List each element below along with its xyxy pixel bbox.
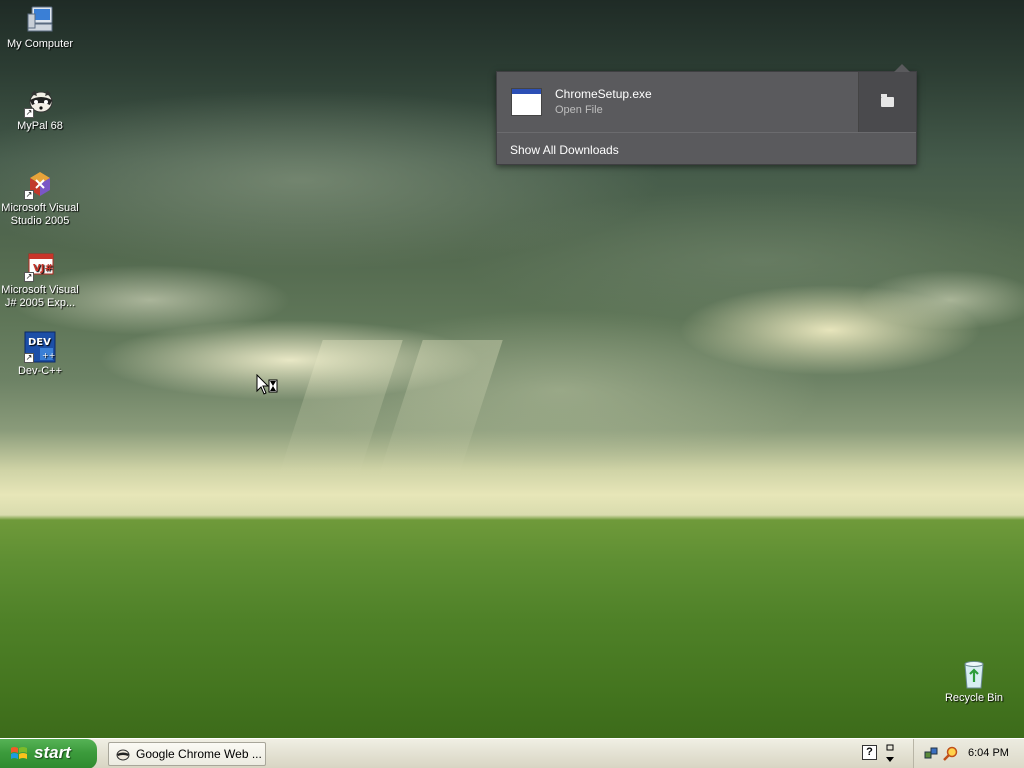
download-status: Open File <box>555 104 603 116</box>
desktop-icon-label: Recycle Bin <box>944 692 1004 704</box>
shortcut-arrow-icon: ↗ <box>24 108 34 118</box>
recycle-bin-icon <box>958 658 990 690</box>
desktop-icon-my-computer[interactable]: My Computer <box>0 4 80 51</box>
divider <box>497 132 916 133</box>
download-bubble: ChromeSetup.exe Open File Show All Downl… <box>496 64 917 165</box>
start-button[interactable]: start <box>0 739 97 768</box>
start-label: start <box>34 743 71 762</box>
mypal-icon <box>116 749 130 761</box>
svg-text:VJ#: VJ# <box>33 263 53 274</box>
desktop-icon-visual-jsharp[interactable]: VJ# ↗ Microsoft Visual J# 2005 Exp... <box>0 250 80 310</box>
desktop-icon-recycle-bin[interactable]: Recycle Bin <box>934 658 1014 705</box>
exe-file-icon <box>511 88 542 116</box>
svg-text:DEV: DEV <box>28 337 51 348</box>
dev-cpp-icon: DEV ++ ↗ <box>24 331 56 363</box>
show-in-folder-button[interactable] <box>858 72 916 132</box>
system-tray: 6:04 PM <box>913 739 1024 768</box>
desktop-icon-label: Microsoft Visual J# 2005 Exp... <box>1 284 79 309</box>
search-icon[interactable] <box>943 746 958 761</box>
desktop[interactable]: My Computer ↗ MyPal 68 ↗ Microsoft Visua… <box>0 0 1024 738</box>
shortcut-arrow-icon: ↗ <box>24 190 34 200</box>
bubble-arrow <box>894 64 910 72</box>
desktop-icon-label: Microsoft Visual Studio 2005 <box>1 202 79 227</box>
mypal-raccoon-icon: ↗ <box>24 86 56 118</box>
clock[interactable]: 6:04 PM <box>968 747 1009 759</box>
visual-studio-icon: ↗ <box>24 168 56 200</box>
taskbar-button-chrome[interactable]: Google Chrome Web ... <box>108 742 266 766</box>
computer-icon <box>24 4 56 36</box>
taskbar-button-label: Google Chrome Web ... <box>136 747 262 761</box>
download-item[interactable]: ChromeSetup.exe Open File <box>497 72 859 132</box>
desktop-icon-label: My Computer <box>6 38 74 50</box>
shortcut-arrow-icon: ↗ <box>24 272 34 282</box>
busy-cursor-icon <box>256 373 280 398</box>
network-icon[interactable] <box>924 746 938 760</box>
show-all-downloads-link[interactable]: Show All Downloads <box>510 143 619 157</box>
sun-ray <box>377 340 503 480</box>
desktop-icon-mypal[interactable]: ↗ MyPal 68 <box>0 86 80 133</box>
windows-flag-icon <box>11 747 27 759</box>
visual-jsharp-icon: VJ# ↗ <box>24 250 56 282</box>
folder-icon <box>881 94 894 107</box>
window-titlebar <box>512 89 541 94</box>
tray-expand-icon[interactable] <box>884 743 896 765</box>
shortcut-arrow-icon: ↗ <box>24 353 34 363</box>
taskbar: start Google Chrome Web ... ? 6:04 PM <box>0 738 1024 768</box>
help-icon[interactable]: ? <box>862 745 877 760</box>
svg-text:++: ++ <box>42 351 55 360</box>
desktop-icon-label: Dev-C++ <box>17 365 63 377</box>
download-file-name: ChromeSetup.exe <box>555 87 652 101</box>
desktop-icon-label: MyPal 68 <box>17 120 63 132</box>
desktop-icon-dev-cpp[interactable]: DEV ++ ↗ Dev-C++ <box>0 331 80 378</box>
desktop-icon-visual-studio[interactable]: ↗ Microsoft Visual Studio 2005 <box>0 168 80 228</box>
